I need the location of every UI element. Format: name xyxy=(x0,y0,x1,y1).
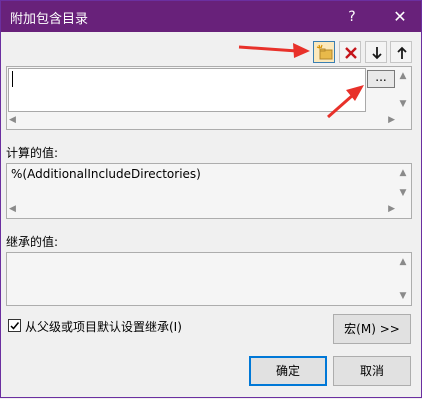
computed-value-text: %(AdditionalIncludeDirectories) xyxy=(11,167,201,181)
checkmark-icon xyxy=(10,322,20,330)
directory-edit-field[interactable] xyxy=(8,68,366,112)
move-down-button[interactable] xyxy=(365,41,387,63)
computed-value-label: 计算的值: xyxy=(6,146,59,160)
scroll-up-icon[interactable]: ▲ xyxy=(397,257,409,267)
ok-button[interactable]: 确定 xyxy=(249,356,327,386)
delete-line-button[interactable] xyxy=(339,41,361,63)
help-button[interactable]: ? xyxy=(341,6,363,28)
scroll-up-icon[interactable]: ▲ xyxy=(397,168,409,178)
new-line-button[interactable] xyxy=(313,41,335,63)
close-button[interactable]: ✕ xyxy=(389,6,411,28)
inherit-checkbox-label[interactable]: 从父级或项目默认设置继承(I) xyxy=(25,318,182,335)
scroll-right-icon[interactable]: ▶ xyxy=(388,204,395,214)
inherit-checkbox[interactable] xyxy=(8,319,21,332)
cancel-button[interactable]: 取消 xyxy=(333,356,411,386)
computed-vertical-scrollbar[interactable]: ▲ ▼ xyxy=(397,168,409,200)
list-horizontal-scrollbar[interactable]: ◀ ▶ xyxy=(9,115,395,127)
move-up-icon xyxy=(397,46,407,59)
scroll-left-icon[interactable]: ◀ xyxy=(9,115,16,125)
text-caret xyxy=(12,71,13,87)
scroll-down-icon[interactable]: ▼ xyxy=(397,188,409,198)
scroll-down-icon[interactable]: ▼ xyxy=(397,99,409,109)
macro-button[interactable]: 宏(M) >> xyxy=(333,314,411,344)
title-bar: 附加包含目录 ? ✕ xyxy=(1,1,421,32)
browse-button[interactable]: ... xyxy=(367,70,395,88)
dialog-window: 附加包含目录 ? ✕ ... ▲ ▼ ◀ ▶ 计算的值: %(Additiona… xyxy=(0,0,422,398)
move-up-button[interactable] xyxy=(390,41,412,63)
inherited-value-box: ▲ ▼ xyxy=(6,252,412,306)
list-vertical-scrollbar[interactable]: ▲ ▼ xyxy=(397,71,409,111)
move-down-icon xyxy=(372,47,382,60)
computed-value-box: %(AdditionalIncludeDirectories) ▲ ▼ ◀ ▶ xyxy=(6,163,412,219)
inherited-vertical-scrollbar[interactable]: ▲ ▼ xyxy=(397,257,409,303)
scroll-up-icon[interactable]: ▲ xyxy=(397,71,409,81)
dialog-title: 附加包含目录 xyxy=(10,12,89,27)
directory-list[interactable]: ... ▲ ▼ ◀ ▶ xyxy=(6,66,412,130)
delete-icon xyxy=(345,47,357,59)
annotation-arrow-toolbar xyxy=(238,43,310,58)
scroll-down-icon[interactable]: ▼ xyxy=(397,291,409,301)
scroll-right-icon[interactable]: ▶ xyxy=(388,115,395,125)
scroll-left-icon[interactable]: ◀ xyxy=(9,204,16,214)
inherited-value-label: 继承的值: xyxy=(6,235,59,249)
computed-horizontal-scrollbar[interactable]: ◀ ▶ xyxy=(9,204,395,216)
new-line-icon xyxy=(316,44,333,60)
